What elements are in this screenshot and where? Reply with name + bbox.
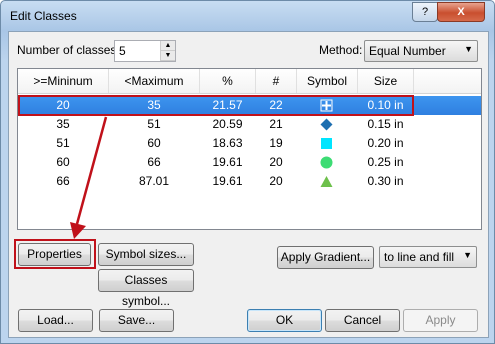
col-count-header[interactable]: # <box>256 74 296 88</box>
cell-size: 0.25 in <box>367 155 404 169</box>
ok-button[interactable]: OK <box>247 309 322 332</box>
chevron-down-icon: ▼ <box>463 250 472 260</box>
cell-count: 20 <box>269 155 283 169</box>
method-label: Method: <box>319 43 363 57</box>
col-symbol-header[interactable]: Symbol <box>297 74 357 88</box>
cell-count: 20 <box>269 174 283 188</box>
cell-count: 21 <box>269 117 283 131</box>
apply-gradient-button[interactable]: Apply Gradient... <box>277 246 374 269</box>
cell-max: 87.01 <box>138 174 170 188</box>
load-button[interactable]: Load... <box>18 309 93 332</box>
cell-pct: 19.61 <box>212 174 243 188</box>
dialog-body: Number of classes: 5 ▲ ▼ Method: Equal N… <box>8 31 489 338</box>
gradient-target-value: to line and fill <box>384 250 455 264</box>
properties-highlight <box>14 239 96 269</box>
help-button[interactable]: ? <box>412 2 438 22</box>
cell-size: 0.30 in <box>367 174 404 188</box>
spinner-up-button[interactable]: ▲ <box>161 41 175 51</box>
annotation-arrow-icon <box>70 116 108 239</box>
classes-count-value: 5 <box>119 44 126 58</box>
cell-count: 19 <box>269 136 283 150</box>
cell-pct: 19.61 <box>212 155 243 169</box>
square-symbol-icon <box>321 138 332 149</box>
classes-count-label: Number of classes: <box>17 43 120 57</box>
chevron-down-icon: ▼ <box>464 44 473 54</box>
spinner-buttons: ▲ ▼ <box>160 41 175 61</box>
edit-classes-dialog: Edit Classes ? X Number of classes: 5 ▲ … <box>0 0 495 344</box>
classes-count-spinner[interactable]: 5 ▲ ▼ <box>114 40 176 62</box>
col-size-header[interactable]: Size <box>358 74 413 88</box>
cell-max: 66 <box>147 155 161 169</box>
cell-max: 60 <box>147 136 161 150</box>
col-min-header[interactable]: >=Mininum <box>18 74 108 88</box>
circle-symbol-icon <box>320 156 333 169</box>
title-bar[interactable]: Edit Classes ? X <box>1 1 494 31</box>
method-value: Equal Number <box>369 44 446 58</box>
col-max-header[interactable]: <Maximum <box>109 74 199 88</box>
col-pct-header[interactable]: % <box>200 74 255 88</box>
method-dropdown[interactable]: Equal Number ▼ <box>364 40 478 62</box>
diamond-symbol-icon <box>320 118 333 131</box>
window-title: Edit Classes <box>10 9 77 23</box>
header-divider <box>413 69 414 93</box>
cell-size: 0.15 in <box>367 117 404 131</box>
classes-symbol-button[interactable]: Classes symbol... <box>98 269 194 308</box>
cell-pct: 18.63 <box>212 136 243 150</box>
table-header: >=Mininum <Maximum % # Symbol Size <box>18 69 481 94</box>
gradient-target-dropdown[interactable]: to line and fill ▼ <box>379 246 477 268</box>
cell-max: 51 <box>147 117 161 131</box>
cancel-button[interactable]: Cancel <box>325 309 400 332</box>
save-button[interactable]: Save... <box>99 309 174 332</box>
cell-size: 0.20 in <box>367 136 404 150</box>
close-button[interactable]: X <box>437 2 485 22</box>
cell-pct: 20.59 <box>212 117 243 131</box>
symbol-sizes-button[interactable]: Symbol sizes... <box>98 243 194 266</box>
apply-button[interactable]: Apply <box>403 309 478 332</box>
triangle-symbol-icon <box>320 176 333 187</box>
spinner-down-button[interactable]: ▼ <box>161 51 175 61</box>
